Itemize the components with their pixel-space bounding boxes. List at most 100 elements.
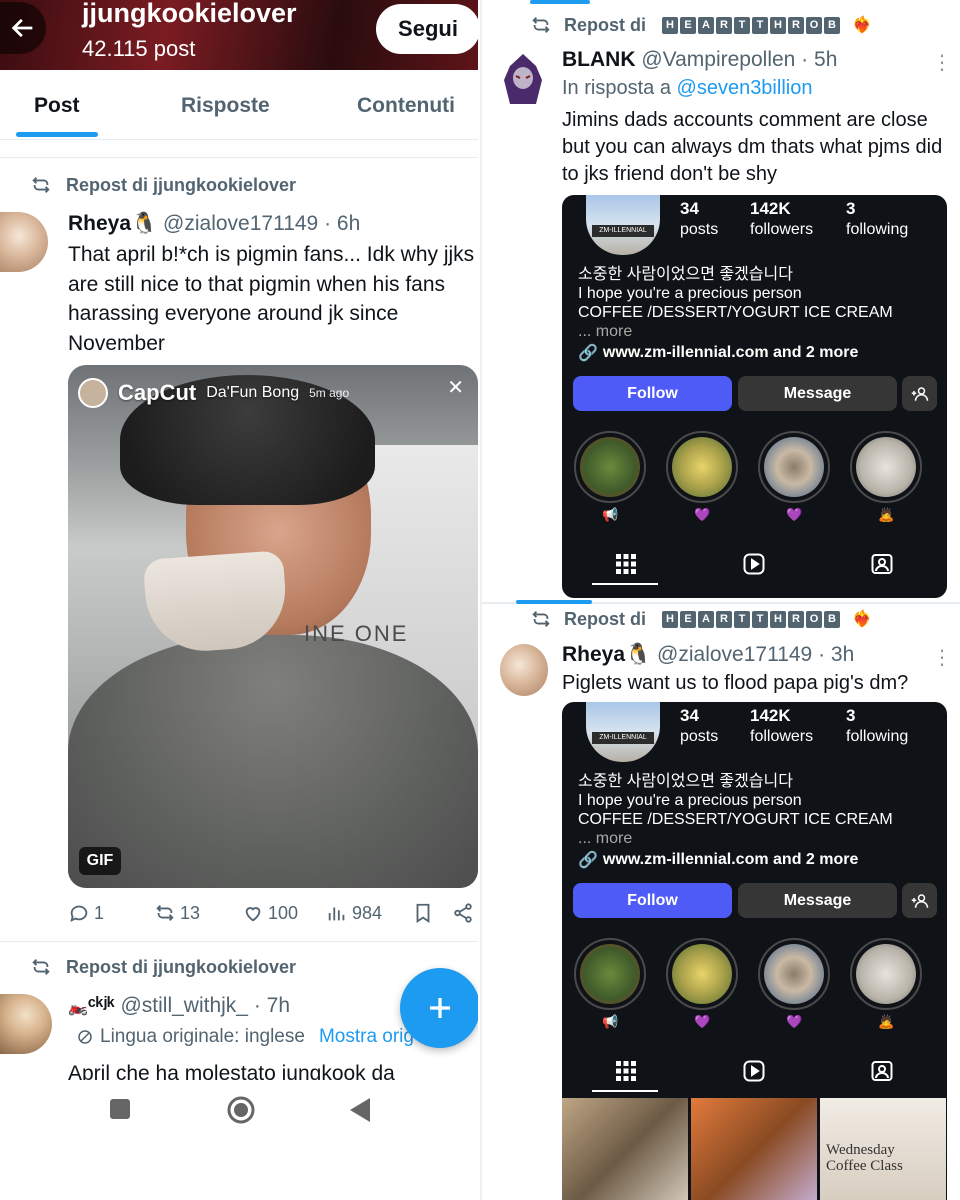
tag-letter: T [752,610,769,628]
author-name[interactable]: Rheya🐧 [68,212,157,235]
ig-website-link: 🔗 www.zm-illennial.com and 2 more [578,850,858,870]
tab-post[interactable]: Post [34,94,80,118]
ig-post-thumbnail: Wednesday Coffee Class [820,1098,946,1200]
link-icon: 🔗 [578,852,598,869]
previous-tweet-cut [0,140,478,158]
repost-label: Repost di [564,608,647,629]
left-screenshot: jjungkookielover 42.115 post Segui Post … [0,0,478,1200]
repost-indicator: Repost di HEARTTHROB ❤️‍🔥 [530,608,872,630]
bookmark-button[interactable] [412,902,434,924]
motorbike-emoji: 🏍️ [68,999,88,1016]
add-user-icon [902,883,937,918]
more-options-icon[interactable]: ⋮ [470,212,478,237]
story-avatar [78,378,108,408]
repost-indicator: Repost di HEARTTHROB ❤️‍🔥 [530,14,872,36]
repost-icon [532,611,550,627]
tag-letter: H [770,610,787,628]
grid-icon [616,1061,636,1081]
plus-icon [430,998,450,1018]
ig-bio-more: ... more [578,323,633,340]
ig-following-count: 3 [846,706,856,725]
more-options-icon[interactable]: ⋮ [932,50,952,75]
ig-bio-english: I hope you're a precious person [578,285,802,302]
ig-link-text: www.zm-illennial.com and 2 more [602,851,859,868]
share-button[interactable] [452,902,474,924]
heart-icon [245,907,261,922]
back-icon[interactable] [348,1097,372,1123]
more-options-icon[interactable]: ⋮ [932,645,952,670]
recents-icon[interactable] [109,1098,131,1120]
tab-risposte[interactable]: Risposte [181,94,270,118]
tweet-author-line: BLANK @Vampirepollen · 5h [562,48,837,72]
instagram-profile-screenshot[interactable]: ZM-ILLENNIAL 34 posts 142K followers 3 f… [562,195,947,598]
ig-highlight-emoji: 💜 [694,1014,711,1029]
ig-highlight [758,938,830,1010]
repost-username-tag: HEARTTHROB [662,610,841,628]
avatar[interactable] [0,212,48,272]
show-original-link[interactable]: Mostra orig [319,1026,414,1048]
tag-letter: R [716,16,733,34]
original-language: Lingua originale: inglese [100,1026,305,1047]
author-name[interactable]: Rheya🐧 [562,643,651,666]
gif-badge: GIF [79,847,121,875]
ig-following-stat: 3 following [846,706,908,746]
repost-username-tag: HEARTTHROB [662,16,841,34]
ig-highlight-emoji: 🙇 [878,1014,895,1029]
ig-highlight [758,431,830,503]
like-button[interactable]: 100 [242,902,298,924]
author-name[interactable]: BLANK [562,48,636,71]
ig-post-thumbnail [691,1098,817,1200]
ig-active-tab-underline [592,583,658,585]
ig-follow-button: Follow [573,883,732,918]
story-time: 5m ago [309,386,350,400]
repost-icon [532,17,550,33]
reply-to-link[interactable]: @seven3billion [677,77,813,99]
tweet-text: That april b!*ch is pigmin fans... Idk w… [68,243,475,355]
tab-contenuti[interactable]: Contenuti [357,94,455,118]
avatar[interactable] [500,644,548,696]
tweet-divider [0,941,478,942]
ig-highlight-emoji: 📢 [602,507,619,522]
compose-button[interactable] [400,968,478,1048]
share-icon [454,903,472,923]
tag-letter: E [680,16,697,34]
tag-letter: R [716,610,733,628]
tag-letter: O [806,16,823,34]
heart-fire-emoji: ❤️‍🔥 [852,17,872,34]
repost-count: 13 [180,902,201,923]
right-screenshot: Repost di HEARTTHROB ❤️‍🔥 BLANK @Vampire… [480,0,960,1200]
avatar[interactable] [0,994,52,1054]
instagram-profile-screenshot[interactable]: ZM-ILLENNIAL 34 posts 142K followers 3 f… [562,702,947,1200]
ig-highlight-emoji: 📢 [602,1014,619,1029]
like-count: 100 [268,902,299,923]
reply-button[interactable]: 1 [68,902,104,924]
profile-tabs: Post Risposte Contenuti [0,70,478,140]
views-button[interactable]: 984 [326,902,382,924]
ig-highlight [574,938,646,1010]
repost-icon [156,905,174,921]
profile-handle: jjungkookielover [82,0,297,28]
follow-button[interactable]: Segui [376,4,478,54]
active-tab-indicator [16,132,98,137]
tag-letter: T [752,16,769,34]
home-icon[interactable] [226,1095,256,1125]
tweet-text-cut: April che ha molestato jungkook da [68,1062,395,1080]
scroll-accent [516,600,592,604]
profile-post-count: 42.115 post [82,36,196,61]
ig-bio-menu: COFFEE /DESSERT/YOGURT ICE CREAM [578,811,893,828]
avatar[interactable] [502,52,544,106]
tweet-media-gif[interactable]: INE ONE CapCut Da'Fun Bong 5m ago ✕ GIF [68,365,478,888]
ig-followers-stat: 142K followers [750,706,813,746]
ig-pic-sign: ZM-ILLENNIAL [592,732,654,744]
author-name[interactable]: ᶜᵏʲᵏ [88,994,115,1017]
ig-posts-label: posts [680,728,719,745]
ig-followers-label: followers [750,728,814,745]
ig-followers-label: followers [750,221,814,238]
repost-icon [32,959,50,975]
language-icon [78,1030,92,1044]
tweet-author-line: Rheya🐧 @zialove171149 · 6h [68,212,360,236]
media-wall-text: INE ONE [304,621,409,646]
repost-button[interactable]: 13 [154,902,200,924]
ig-profile-pic: ZM-ILLENNIAL [586,195,660,255]
ig-highlight-emoji: 💜 [786,507,803,522]
